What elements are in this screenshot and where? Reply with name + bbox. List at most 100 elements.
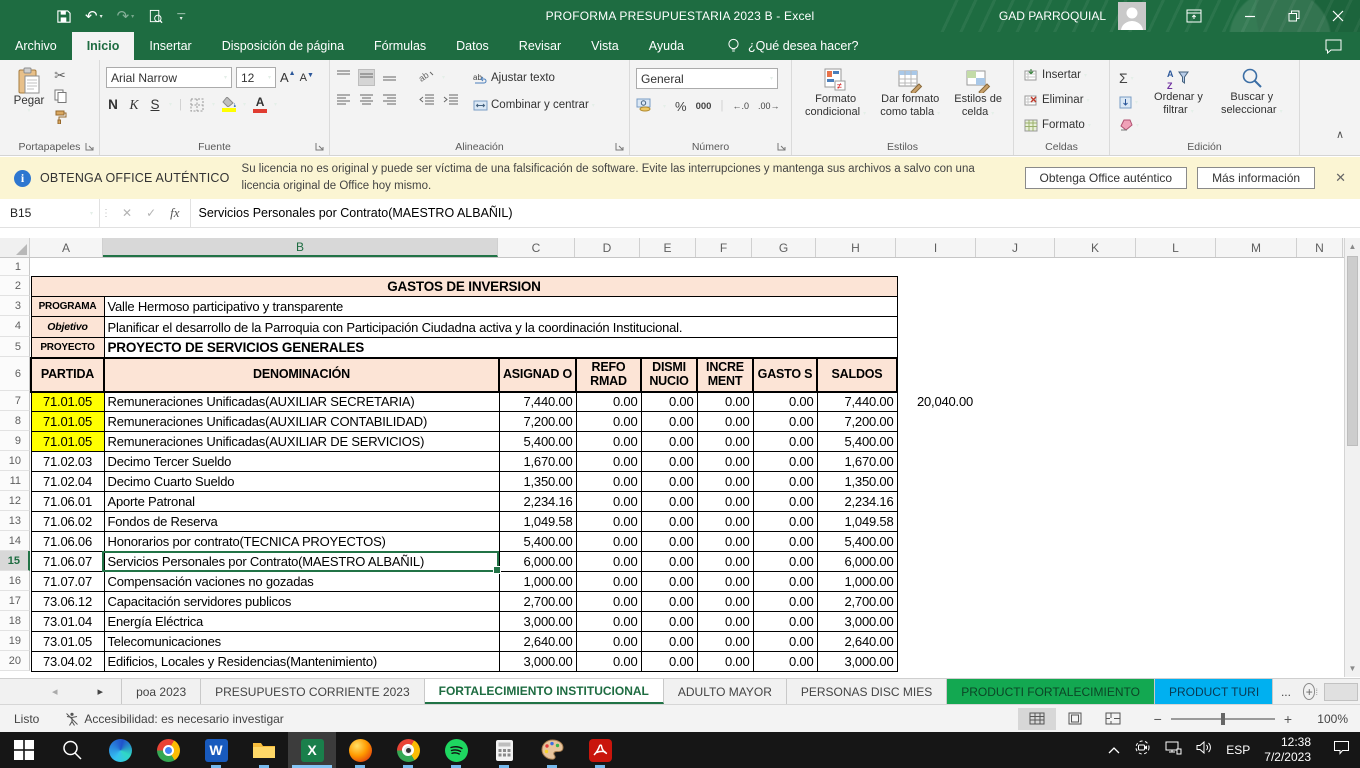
cell-amount-asignado[interactable]: 5,400.00 — [499, 432, 576, 452]
table-title-cell[interactable]: GASTOS DE INVERSION — [31, 277, 897, 297]
header-asignado[interactable]: ASIGNAD O — [499, 358, 576, 392]
align-center-icon[interactable] — [359, 94, 374, 109]
fill-color-icon[interactable] — [222, 97, 236, 112]
cell-amount-asignado[interactable]: 7,200.00 — [499, 412, 576, 432]
cell-partida[interactable]: 71.02.03 — [31, 452, 104, 472]
row-header-20[interactable]: 20 — [0, 651, 30, 671]
action-center-icon[interactable] — [1333, 740, 1350, 760]
taskbar-search-button[interactable] — [48, 732, 96, 768]
cell-amount-disminucion[interactable]: 0.00 — [641, 632, 697, 652]
header-reformado[interactable]: REFO RMAD — [576, 358, 641, 392]
meta-value-cell[interactable]: PROYECTO DE SERVICIOS GENERALES — [104, 338, 897, 358]
page-break-view-icon[interactable] — [1094, 708, 1132, 730]
cell-amount-disminucion[interactable]: 0.00 — [641, 552, 697, 572]
bold-button[interactable]: N — [106, 97, 120, 112]
cell-amount-incremento[interactable]: 0.00 — [697, 432, 753, 452]
format-painter-icon[interactable] — [52, 109, 68, 125]
font-dialog-launcher[interactable] — [315, 142, 325, 152]
cell-amount-gastos[interactable]: 0.00 — [753, 392, 817, 412]
print-preview-icon[interactable] — [148, 9, 163, 24]
scroll-down-icon[interactable]: ▼ — [1345, 660, 1360, 677]
get-office-button[interactable]: Obtenga Office auténtico — [1025, 167, 1188, 189]
header-saldos[interactable]: SALDOS — [817, 358, 897, 392]
meta-label-cell[interactable]: PROGRAMA — [31, 297, 104, 317]
restore-button[interactable] — [1272, 0, 1316, 32]
cell-amount-asignado[interactable]: 7,440.00 — [499, 392, 576, 412]
conditional-formatting-button[interactable]: ≠ Formatocondicional ▾ — [799, 64, 872, 137]
row-header-8[interactable]: 8 — [0, 411, 30, 431]
meta-value-cell[interactable]: Planificar el desarrollo de la Parroquia… — [104, 317, 897, 338]
row-header-14[interactable]: 14 — [0, 531, 30, 551]
column-header-j[interactable]: J — [976, 238, 1055, 257]
cell-amount-incremento[interactable]: 0.00 — [697, 612, 753, 632]
more-info-button[interactable]: Más información — [1197, 167, 1315, 189]
cell-amount-reformado[interactable]: 0.00 — [576, 552, 641, 572]
close-button[interactable] — [1316, 0, 1360, 32]
cell-denominacion[interactable]: Honorarios por contrato(TECNICA PROYECTO… — [104, 532, 499, 552]
increase-decimal-icon[interactable]: ←.0 — [732, 101, 749, 111]
cell-partida[interactable]: 73.06.12 — [31, 592, 104, 612]
borders-icon[interactable] — [189, 97, 205, 113]
cell-amount-incremento[interactable]: 0.00 — [697, 652, 753, 672]
row-header-2[interactable]: 2 — [0, 276, 30, 296]
zoom-out-icon[interactable]: − — [1154, 711, 1162, 727]
cell-amount-reformado[interactable]: 0.00 — [576, 492, 641, 512]
copy-icon[interactable] — [52, 88, 68, 104]
new-sheet-icon[interactable]: + — [1303, 683, 1316, 700]
redo-icon[interactable]: ↷▾ — [117, 7, 135, 25]
qat-customize-icon[interactable]: —▾ — [177, 12, 185, 21]
orientation-icon[interactable]: ab — [419, 69, 434, 85]
header-disminucion[interactable]: DISMI NUCIO — [641, 358, 697, 392]
cell-amount-saldos[interactable]: 5,400.00 — [817, 432, 897, 452]
vertical-scrollbar[interactable]: ▲ ▼ — [1344, 238, 1360, 677]
vertical-scrollbar-thumb[interactable] — [1347, 256, 1358, 446]
sheet-tab-fortalecimiento-institucional[interactable]: FORTALECIMIENTO INSTITUCIONAL — [425, 679, 664, 704]
taskbar-chrome-alt-icon[interactable] — [384, 732, 432, 768]
row-header-19[interactable]: 19 — [0, 631, 30, 651]
cell-amount-disminucion[interactable]: 0.00 — [641, 532, 697, 552]
cell-amount-gastos[interactable]: 0.00 — [753, 472, 817, 492]
wrap-text-button[interactable]: ab Ajustar texto — [469, 68, 598, 88]
cell-denominacion[interactable]: Servicios Personales por Contrato(MAESTR… — [104, 552, 499, 572]
delete-cells-button[interactable]: Eliminar▾ — [1020, 90, 1105, 110]
cell-amount-asignado[interactable]: 1,350.00 — [499, 472, 576, 492]
cell-amount-asignado[interactable]: 1,049.58 — [499, 512, 576, 532]
cell-amount-reformado[interactable]: 0.00 — [576, 572, 641, 592]
column-header-g[interactable]: G — [752, 238, 816, 257]
column-header-n[interactable]: N — [1297, 238, 1343, 257]
cell-amount-gastos[interactable]: 0.00 — [753, 452, 817, 472]
cell-amount-incremento[interactable]: 0.00 — [697, 632, 753, 652]
cell-amount-disminucion[interactable]: 0.00 — [641, 392, 697, 412]
formula-input[interactable]: Servicios Personales por Contrato(MAESTR… — [191, 199, 1360, 227]
cell-partida[interactable]: 73.04.02 — [31, 652, 104, 672]
cell-denominacion[interactable]: Remuneraciones Unificadas(AUXILIAR SECRE… — [104, 392, 499, 412]
zoom-level[interactable]: 100% — [1302, 712, 1348, 726]
cell-amount-saldos[interactable]: 7,440.00 — [817, 392, 897, 412]
meta-value-cell[interactable]: Valle Hermoso participativo y transparen… — [104, 297, 897, 317]
tell-me-search[interactable]: ¿Qué desea hacer? — [727, 32, 859, 60]
cell-amount-saldos[interactable]: 7,200.00 — [817, 412, 897, 432]
zoom-slider-thumb[interactable] — [1221, 713, 1225, 725]
increase-indent-icon[interactable] — [443, 94, 459, 109]
language-indicator[interactable]: ESP — [1226, 743, 1250, 757]
row-header-7[interactable]: 7 — [0, 391, 30, 411]
ribbon-display-options-icon[interactable] — [1172, 0, 1216, 32]
row-header-10[interactable]: 10 — [0, 451, 30, 471]
number-format-select[interactable]: General▾ — [636, 68, 778, 89]
cell-amount-reformado[interactable]: 0.00 — [576, 472, 641, 492]
avatar[interactable] — [1118, 2, 1146, 30]
cell-amount-saldos[interactable]: 1,350.00 — [817, 472, 897, 492]
cell-amount-gastos[interactable]: 0.00 — [753, 412, 817, 432]
merge-center-button[interactable]: Combinar y centrar▾ — [469, 95, 598, 115]
column-header-m[interactable]: M — [1216, 238, 1297, 257]
sheet-tabs-overflow[interactable]: ... — [1273, 679, 1299, 704]
row-header-15[interactable]: 15 — [0, 551, 30, 571]
cell-amount-reformado[interactable]: 0.00 — [576, 612, 641, 632]
menu-tab-ayuda[interactable]: Ayuda — [634, 32, 699, 60]
cell-amount-asignado[interactable]: 5,400.00 — [499, 532, 576, 552]
cell-amount-incremento[interactable]: 0.00 — [697, 572, 753, 592]
column-header-h[interactable]: H — [816, 238, 896, 257]
header-partida[interactable]: PARTIDA — [31, 358, 104, 392]
cell-partida[interactable]: 71.06.02 — [31, 512, 104, 532]
cell-amount-disminucion[interactable]: 0.00 — [641, 652, 697, 672]
